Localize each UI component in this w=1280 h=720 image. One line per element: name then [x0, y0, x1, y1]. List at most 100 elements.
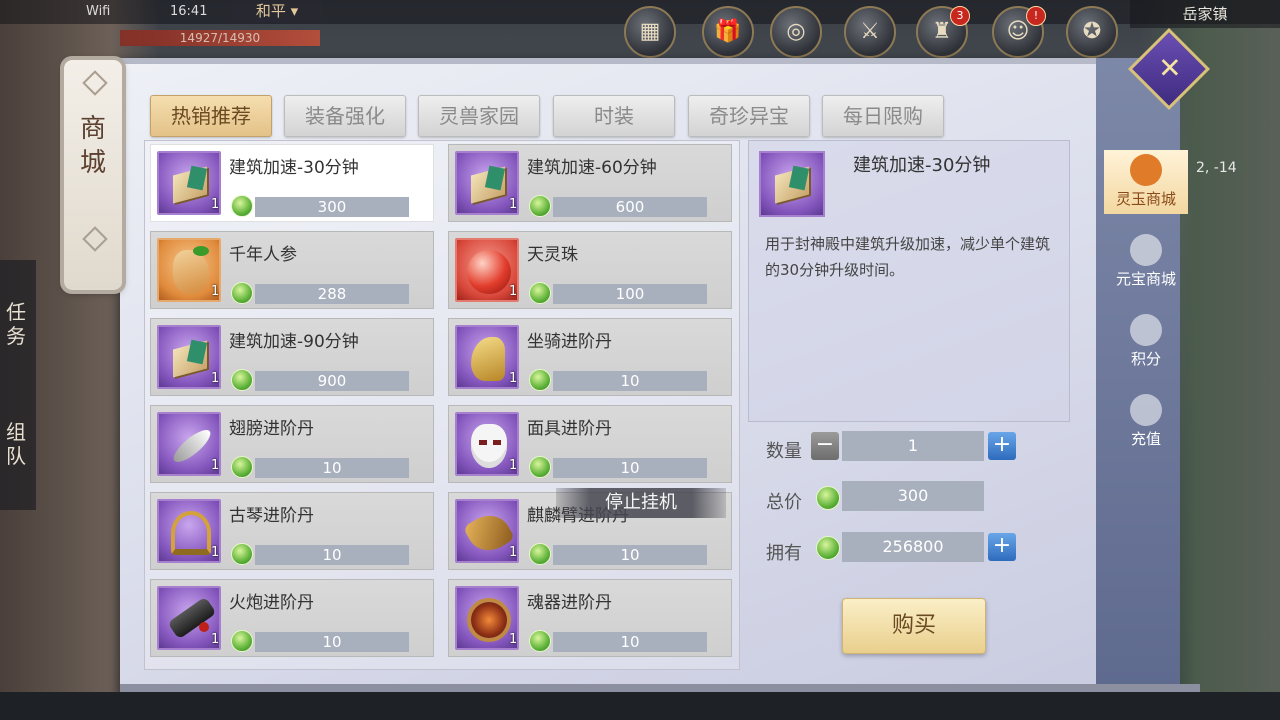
- item-price: 600: [553, 197, 707, 217]
- team-tab[interactable]: 组队: [6, 420, 30, 468]
- gift-icon[interactable]: 🎁: [702, 6, 754, 58]
- side-tab-label: 灵玉商城: [1115, 190, 1176, 208]
- item-card[interactable]: 1 千年人参 288: [150, 231, 434, 309]
- side-tab-jade-shop[interactable]: 灵玉商城: [1104, 150, 1188, 214]
- location-label: 岳家镇: [1130, 0, 1280, 28]
- item-card[interactable]: 1 天灵珠 100: [448, 231, 732, 309]
- jade-coin-icon: [529, 282, 551, 304]
- quantity-label: 数量: [766, 441, 802, 462]
- item-card[interactable]: 1 建筑加速-90分钟 900: [150, 318, 434, 396]
- item-qty: 1: [509, 632, 518, 647]
- item-card[interactable]: 1 建筑加速-30分钟 300: [150, 144, 434, 222]
- item-card[interactable]: 1 魂器进阶丹 10: [448, 579, 732, 657]
- item-price: 100: [553, 284, 707, 304]
- item-qty: 1: [509, 545, 518, 560]
- jade-coin-icon: [816, 486, 840, 510]
- item-price: 10: [255, 545, 409, 565]
- item-name: 千年人参: [229, 245, 297, 265]
- tab-daily-limit[interactable]: 每日限购: [822, 95, 944, 137]
- item-card[interactable]: 1 面具进阶丹 10: [448, 405, 732, 483]
- stop-auto-battle-button[interactable]: 停止挂机: [556, 488, 726, 518]
- side-tab-label: 积分: [1130, 350, 1161, 368]
- item-qty: 1: [509, 458, 518, 473]
- item-card[interactable]: 1 火炮进阶丹 10: [150, 579, 434, 657]
- bottom-hud-strip: [0, 692, 1280, 720]
- item-price: 288: [255, 284, 409, 304]
- emblem-icon[interactable]: ✪: [1066, 6, 1118, 58]
- item-qty: 1: [211, 545, 220, 560]
- side-tab-label: 充值: [1130, 430, 1161, 448]
- item-qty: 1: [211, 458, 220, 473]
- item-price: 10: [255, 632, 409, 652]
- quest-tab[interactable]: 任务: [6, 300, 30, 348]
- item-name: 面具进阶丹: [527, 419, 612, 439]
- jade-coin-icon: [231, 282, 253, 304]
- points-bag-icon: [1130, 314, 1162, 346]
- total-price-field: 300: [842, 481, 984, 511]
- buy-button[interactable]: 购买: [842, 598, 986, 654]
- ingot-icon: [1130, 234, 1162, 266]
- item-card[interactable]: 1 坐骑进阶丹 10: [448, 318, 732, 396]
- tab-pets[interactable]: 灵兽家园: [418, 95, 540, 137]
- item-name: 建筑加速-60分钟: [527, 158, 657, 178]
- tab-treasures[interactable]: 奇珍异宝: [688, 95, 810, 137]
- notification-badge: !: [1026, 6, 1046, 26]
- item-detail-panel: 建筑加速-30分钟 用于封神殿中建筑升级加速，减少单个建筑的30分钟升级时间。: [748, 140, 1070, 422]
- tab-hot[interactable]: 热销推荐: [150, 95, 272, 137]
- jade-coin-icon: [529, 456, 551, 478]
- hp-bar: 14927/14930: [120, 30, 320, 46]
- item-qty: 1: [211, 284, 220, 299]
- quantity-field[interactable]: 1: [842, 431, 984, 461]
- item-qty: 1: [211, 197, 220, 212]
- item-name: 坐骑进阶丹: [527, 332, 612, 352]
- owned-balance-field: 256800: [842, 532, 984, 562]
- jade-coin-icon: [231, 630, 253, 652]
- jade-coin-icon: [529, 369, 551, 391]
- item-price: 10: [553, 458, 707, 478]
- item-name: 建筑加速-30分钟: [229, 158, 359, 178]
- item-name: 魂器进阶丹: [527, 593, 612, 613]
- item-price: 10: [553, 545, 707, 565]
- item-card[interactable]: 1 古琴进阶丹 10: [150, 492, 434, 570]
- item-price: 10: [553, 371, 707, 391]
- recharge-plus-button[interactable]: +: [988, 533, 1016, 561]
- side-tab-recharge[interactable]: 充值: [1104, 390, 1188, 454]
- side-tab-ingot-shop[interactable]: 元宝商城: [1104, 230, 1188, 294]
- wifi-label: Wifi: [86, 4, 111, 19]
- item-card[interactable]: 1 翅膀进阶丹 10: [150, 405, 434, 483]
- item-price: 900: [255, 371, 409, 391]
- left-side-menu: 任务 组队: [0, 260, 36, 510]
- total-label: 总价: [766, 492, 802, 513]
- jade-coin-icon: [529, 543, 551, 565]
- crossed-swords-icon[interactable]: ⚔: [844, 6, 896, 58]
- decrease-button[interactable]: −: [811, 432, 839, 460]
- panel-bottom-edge: [120, 684, 1200, 692]
- detail-description: 用于封神殿中建筑升级加速，减少单个建筑的30分钟升级时间。: [765, 235, 1051, 279]
- jade-coin-icon: [231, 456, 253, 478]
- character-icon[interactable]: ☺!: [992, 6, 1046, 58]
- calendar-icon[interactable]: ▦: [624, 6, 676, 58]
- item-price: 300: [255, 197, 409, 217]
- map-coordinates: 2, -14: [1196, 160, 1237, 176]
- detail-item-name: 建筑加速-30分钟: [853, 155, 991, 176]
- increase-button[interactable]: +: [988, 432, 1016, 460]
- item-name: 天灵珠: [527, 245, 578, 265]
- jade-coin-icon: [231, 195, 253, 217]
- recharge-icon: [1130, 394, 1162, 426]
- pk-mode-selector[interactable]: 和平 ▾: [232, 0, 322, 22]
- clock: 16:41: [170, 4, 208, 19]
- item-qty: 1: [211, 371, 220, 386]
- book-icon: [759, 151, 825, 217]
- tab-fashion[interactable]: 时装: [553, 95, 675, 137]
- reward-icon[interactable]: ♜ 3: [916, 6, 970, 58]
- item-card[interactable]: 1 建筑加速-60分钟 600: [448, 144, 732, 222]
- item-name: 古琴进阶丹: [229, 506, 314, 526]
- tab-equipment[interactable]: 装备强化: [284, 95, 406, 137]
- side-tab-points[interactable]: 积分: [1104, 310, 1188, 374]
- item-price: 10: [553, 632, 707, 652]
- target-icon[interactable]: ◎: [770, 6, 822, 58]
- shop-title: 商城: [79, 114, 106, 178]
- pk-mode-label: 和平: [255, 2, 286, 20]
- item-qty: 1: [509, 371, 518, 386]
- item-name: 翅膀进阶丹: [229, 419, 314, 439]
